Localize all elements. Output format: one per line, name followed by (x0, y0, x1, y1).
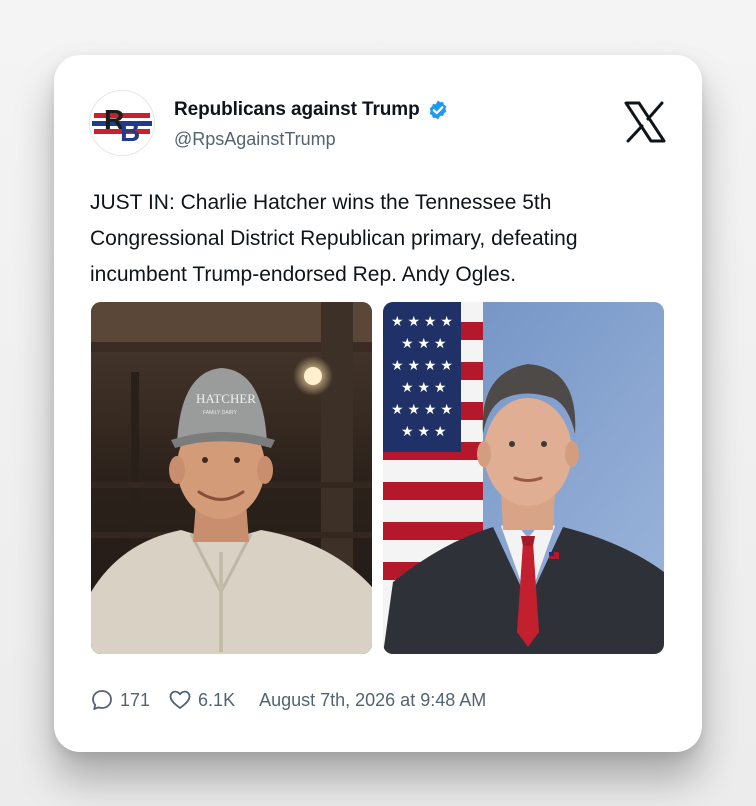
timestamp[interactable]: August 7th, 2026 at 9:48 AM (259, 690, 486, 711)
tweet-footer: 171 6.1K August 7th, 2026 at 9:48 AM (90, 685, 486, 715)
account-name-row[interactable]: Republicans against Trump (174, 99, 449, 121)
cap-text: HATCHER (196, 391, 256, 406)
rb-logo-icon: R B (90, 91, 154, 155)
tweet-text: JUST IN: Charlie Hatcher wins the Tennes… (90, 191, 578, 286)
reply-icon[interactable] (90, 688, 114, 712)
svg-text:B: B (120, 116, 140, 147)
svg-text:★ ★ ★: ★ ★ ★ (401, 379, 446, 395)
account-handle[interactable]: @RpsAgainstTrump (174, 129, 336, 150)
verified-badge-icon (429, 100, 446, 120)
svg-text:★ ★ ★ ★: ★ ★ ★ ★ (391, 401, 453, 417)
like-count: 6.1K (198, 689, 236, 710)
svg-text:★ ★ ★: ★ ★ ★ (401, 423, 446, 439)
avatar[interactable]: R B (90, 91, 154, 155)
ogles-photo[interactable]: ★ ★ ★ ★ ★ ★ ★ ★ ★ ★ ★ ★ ★ ★ ★ ★ ★ ★ ★ ★ … (383, 302, 664, 654)
svg-text:★ ★ ★: ★ ★ ★ (401, 335, 446, 351)
portrait-image: ★ ★ ★ ★ ★ ★ ★ ★ ★ ★ ★ ★ ★ ★ ★ ★ ★ ★ ★ ★ … (383, 302, 664, 654)
heart-icon[interactable] (168, 688, 192, 712)
tweet-card: R B Republicans against Trump @RpsAgains… (54, 55, 702, 752)
reply-count: 171 (120, 689, 151, 710)
cap-subtext: FAMILY DAIRY (203, 410, 238, 416)
hatcher-photo[interactable]: HATCHER FAMILY DAIRY (91, 302, 372, 654)
x-logo-icon[interactable] (622, 99, 668, 145)
portrait-image: HATCHER FAMILY DAIRY (91, 302, 372, 654)
account-name[interactable]: Republicans against Trump (174, 99, 420, 121)
svg-text:★ ★ ★ ★: ★ ★ ★ ★ (391, 313, 453, 329)
svg-text:★ ★ ★ ★: ★ ★ ★ ★ (391, 357, 453, 373)
